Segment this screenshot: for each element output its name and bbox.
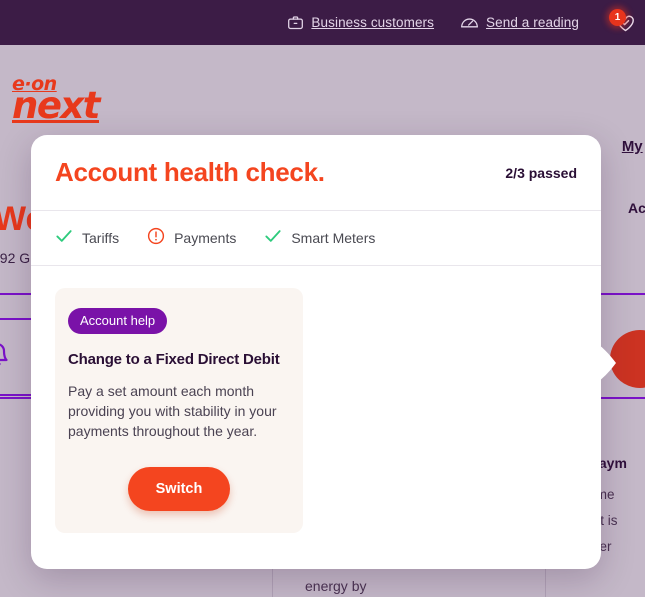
status-item-smart-meters[interactable]: Smart Meters [264, 228, 375, 249]
promo-title: Change to a Fixed Direct Debit [68, 351, 280, 368]
modal-header: Account health check. 2/3 passed [31, 135, 601, 211]
send-a-reading-link[interactable]: Send a reading [460, 14, 579, 31]
health-status-row: Tariffs Payments Smart Meters [31, 211, 601, 266]
notification-count-badge: 1 [609, 8, 626, 26]
background-account-label: Ac [628, 200, 645, 216]
check-icon [55, 228, 73, 249]
business-customers-label: Business customers [311, 15, 435, 30]
status-label-payments: Payments [174, 230, 237, 246]
bell-icon [0, 338, 12, 377]
background-bottom-text: energy by [305, 578, 367, 594]
modal-body: Account help Change to a Fixed Direct De… [31, 266, 601, 555]
promo-description: Pay a set amount each month providing yo… [68, 383, 277, 439]
status-item-tariffs[interactable]: Tariffs [55, 228, 119, 249]
utility-top-bar: Business customers Send a reading 1 [0, 0, 645, 45]
send-a-reading-label: Send a reading [486, 15, 579, 30]
status-label-tariffs: Tariffs [82, 230, 120, 246]
promo-card-fixed-direct-debit: Account help Change to a Fixed Direct De… [55, 288, 303, 533]
account-health-check-modal: Account health check. 2/3 passed Tariffs [31, 135, 616, 569]
business-customers-link[interactable]: Business customers [287, 14, 434, 31]
gauge-icon [460, 14, 479, 31]
chevron-right-icon[interactable] [592, 340, 618, 386]
page-title: Account health check. [55, 157, 325, 187]
status-badge: Account help [68, 308, 168, 334]
saved-items-button[interactable]: 1 [607, 8, 637, 37]
nav-item-my-account[interactable]: My [622, 138, 643, 155]
status-item-payments[interactable]: Payments [147, 227, 236, 250]
briefcase-icon [287, 14, 304, 31]
health-score-badge: 2/3 passed [505, 164, 577, 181]
promo-cta-wrap: Switch [68, 467, 290, 511]
nav-label-my-account: My [621, 138, 643, 155]
background-hero-subtitle: 192 G [0, 250, 31, 266]
check-icon [264, 228, 282, 249]
switch-button[interactable]: Switch [127, 467, 231, 511]
eon-next-logo[interactable]: e·on next [12, 75, 101, 127]
alert-circle-icon [147, 227, 165, 250]
logo-line-next: next [12, 83, 101, 127]
status-label-smart-meters: Smart Meters [291, 230, 376, 246]
page-background: We 192 G xt paym paymement iss afterissu… [0, 0, 645, 597]
